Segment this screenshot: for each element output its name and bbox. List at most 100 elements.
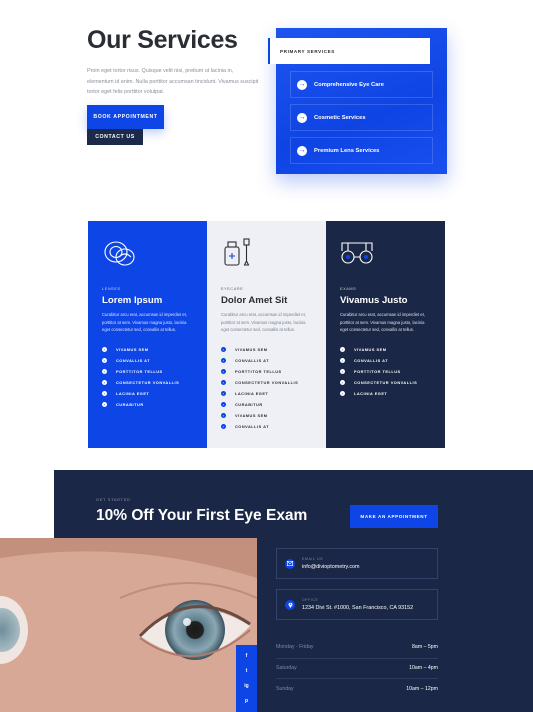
- eye-exam-icon: [341, 242, 373, 264]
- hours-time: 8am – 5pm: [412, 644, 438, 651]
- make-appointment-button[interactable]: MAKE AN APPOINTMENT: [350, 505, 438, 528]
- hours-time: 10am – 12pm: [406, 685, 438, 692]
- primary-service-label: Comprehensive Eye Care: [314, 81, 384, 88]
- eye-photo: [0, 538, 257, 712]
- list-item: › VIVAMUS SEM: [102, 344, 193, 355]
- list-item-label: CONSECTETUR VONVALLIS: [235, 380, 299, 386]
- office-label: OFFICE: [302, 598, 319, 602]
- list-item: › CONVALLIS AT: [102, 355, 193, 366]
- primary-service-item[interactable]: → Comprehensive Eye Care: [290, 71, 433, 98]
- arrow-right-icon: →: [297, 112, 307, 123]
- email-box: EMAIL US info@divioptometry.com: [276, 548, 438, 579]
- arrow-right-icon: ›: [221, 424, 226, 430]
- arrow-right-icon: ›: [102, 347, 107, 353]
- social-links: f t ig p: [236, 645, 257, 712]
- list-item: › CONVALLIS AT: [221, 421, 312, 432]
- card-title: Vivamus Justo: [340, 295, 408, 306]
- list-item-label: VIVAMUS SEM: [235, 347, 268, 353]
- arrow-right-icon: ›: [102, 380, 107, 386]
- list-item-label: VIVAMUS SEM: [235, 413, 268, 419]
- service-cards: LENSES Lorem Ipsum Curabitur arcu erat, …: [88, 221, 445, 448]
- primary-service-item[interactable]: → Cosmetic Services: [290, 104, 433, 131]
- hours-row: Monday - Friday 8am – 5pm: [276, 637, 438, 658]
- primary-service-label: Cosmetic Services: [314, 114, 366, 121]
- list-item-label: PORTTITOR TELLUS: [235, 369, 282, 375]
- pinterest-icon[interactable]: p: [245, 698, 248, 704]
- opening-hours: Monday - Friday 8am – 5pm Saturday 10am …: [276, 637, 438, 699]
- list-item: › CONVALLIS AT: [340, 355, 431, 366]
- list-item-label: CONVALLIS AT: [235, 358, 270, 364]
- arrow-right-icon: →: [297, 79, 307, 90]
- contact-us-button[interactable]: CONTACT US: [87, 129, 143, 145]
- list-item: › VIVAMUS SEM: [221, 410, 312, 421]
- facebook-icon[interactable]: f: [246, 653, 248, 659]
- services-description: Proin eget tortor risus. Quisque velit n…: [87, 68, 259, 95]
- list-item-label: PORTTITOR TELLUS: [354, 369, 401, 375]
- hours-time: 10am – 4pm: [409, 665, 438, 672]
- list-item-label: CONVALLIS AT: [354, 358, 389, 364]
- arrow-right-icon: ›: [340, 358, 345, 364]
- list-item-label: VIVAMUS SEM: [354, 347, 387, 353]
- list-item-label: LACINIA EGET: [116, 391, 150, 397]
- arrow-right-icon: ›: [221, 380, 226, 386]
- offer-kicker: GET STARTED: [96, 497, 131, 502]
- hours-row: Saturday 10am – 4pm: [276, 657, 438, 679]
- list-item: › CONVALLIS AT: [221, 355, 312, 366]
- email-value[interactable]: info@divioptometry.com: [302, 564, 360, 570]
- list-item-label: LACINIA EGET: [235, 391, 269, 397]
- list-item: › LACINIA EGET: [340, 388, 431, 399]
- office-box: OFFICE 1234 Divi St. #1000, San Francisc…: [276, 589, 438, 620]
- card-list: › VIVAMUS SEM › CONVALLIS AT › PORTTITOR TE…: [340, 344, 431, 399]
- card-text: Curabitur arcu erat, accumsan id imperdi…: [340, 312, 425, 333]
- arrow-right-icon: ›: [102, 369, 107, 375]
- list-item: › CONSECTETUR VONVALLIS: [340, 377, 431, 388]
- arrow-right-icon: ›: [102, 402, 107, 408]
- arrow-right-icon: ›: [340, 391, 345, 397]
- list-item: › LACINIA EGET: [102, 388, 193, 399]
- hours-day: Sunday: [276, 685, 294, 692]
- card-kicker: EYECARE: [221, 287, 244, 291]
- primary-services-list: → Comprehensive Eye Care → Cosmetic Serv…: [290, 71, 433, 170]
- arrow-right-icon: ›: [102, 391, 107, 397]
- arrow-right-icon: ›: [221, 402, 226, 408]
- list-item-label: CONSECTETUR VONVALLIS: [354, 380, 418, 386]
- arrow-right-icon: ›: [340, 380, 345, 386]
- list-item-label: CURABITUR: [116, 402, 144, 408]
- location-pin-icon: [285, 599, 295, 610]
- list-item-label: CONVALLIS AT: [235, 424, 270, 430]
- list-item: › CURABITUR: [102, 399, 193, 410]
- list-item-label: CONVALLIS AT: [116, 358, 151, 364]
- primary-services-tag: PRIMARY SERVICES: [268, 38, 430, 64]
- instagram-icon[interactable]: ig: [244, 683, 248, 689]
- arrow-right-icon: ›: [340, 369, 345, 375]
- list-item: › PORTTITOR TELLUS: [221, 366, 312, 377]
- card-text: Curabitur arcu erat, accumsan id imperdi…: [221, 312, 306, 333]
- mail-icon: [285, 558, 295, 569]
- arrow-right-icon: ›: [221, 413, 226, 419]
- list-item-label: LACINIA EGET: [354, 391, 388, 397]
- primary-service-label: Premium Lens Services: [314, 147, 380, 154]
- contact-lens-icon: [104, 241, 135, 266]
- list-item: › CONSECTETUR VONVALLIS: [221, 377, 312, 388]
- arrow-right-icon: ›: [102, 358, 107, 364]
- list-item: › CONSECTETUR VONVALLIS: [102, 377, 193, 388]
- list-item: › VIVAMUS SEM: [221, 344, 312, 355]
- arrow-right-icon: ›: [221, 391, 226, 397]
- list-item-label: VIVAMUS SEM: [116, 347, 149, 353]
- book-appointment-button[interactable]: BOOK APPOINTMENT: [87, 105, 164, 129]
- arrow-right-icon: ›: [340, 347, 345, 353]
- email-label: EMAIL US: [302, 557, 324, 561]
- service-card-exams: EXAMS Vivamus Justo Curabitur arcu erat,…: [326, 221, 445, 448]
- twitter-icon[interactable]: t: [246, 668, 248, 674]
- card-title: Dolor Amet Sit: [221, 295, 288, 306]
- card-kicker: EXAMS: [340, 287, 357, 291]
- service-card-eyecare: EYECARE Dolor Amet Sit Curabitur arcu er…: [207, 221, 326, 448]
- list-item: › VIVAMUS SEM: [340, 344, 431, 355]
- arrow-right-icon: ›: [221, 369, 226, 375]
- primary-service-item[interactable]: → Premium Lens Services: [290, 137, 433, 164]
- eye-drops-icon: [224, 238, 250, 266]
- hours-day: Saturday: [276, 665, 297, 672]
- list-item-label: CURABITUR: [235, 402, 263, 408]
- arrow-right-icon: →: [297, 145, 307, 156]
- arrow-right-icon: ›: [221, 358, 226, 364]
